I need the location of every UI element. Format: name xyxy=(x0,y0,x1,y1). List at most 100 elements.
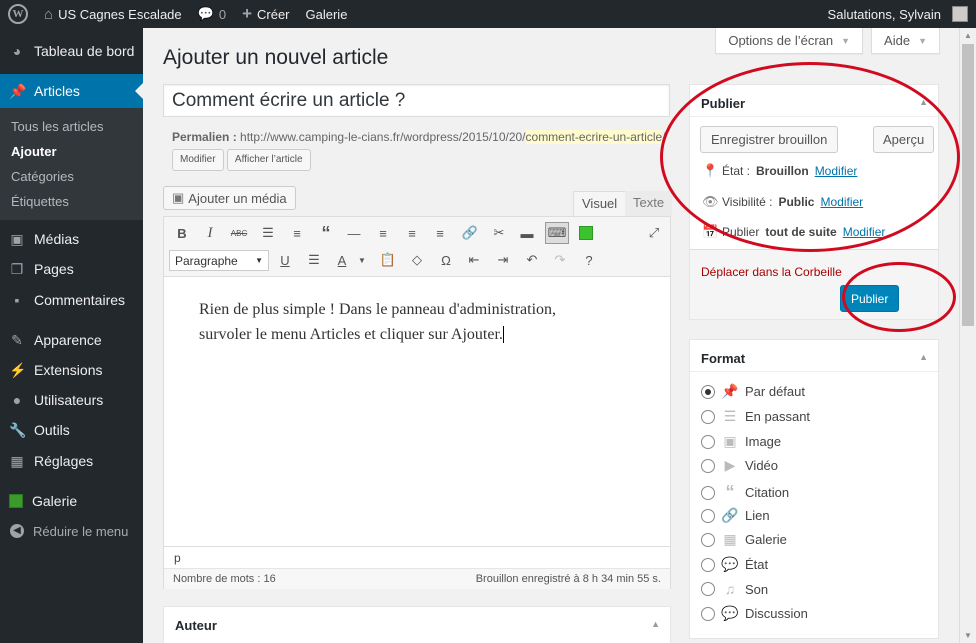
submenu-add-new[interactable]: Ajouter xyxy=(0,139,143,164)
menu-settings[interactable]: ▦ Réglages xyxy=(0,444,143,478)
blockquote-icon[interactable]: “ xyxy=(316,223,336,243)
menu-dashboard[interactable]: ◕ Tableau de bord xyxy=(0,34,143,68)
comments-link[interactable]: 💬 0 xyxy=(190,0,234,28)
wp-logo-menu[interactable]: W xyxy=(0,0,36,28)
publish-header[interactable]: Publier ▲ xyxy=(690,85,938,117)
radio-button[interactable] xyxy=(701,606,715,621)
page-scrollbar[interactable]: ▲ ▼ xyxy=(959,28,976,643)
editor-content-area[interactable]: Rien de plus simple ! Dans le panneau d'… xyxy=(164,277,670,367)
special-character-icon[interactable]: Ω xyxy=(436,250,456,270)
post-title-input[interactable]: Comment écrire un article ? xyxy=(163,84,670,117)
format-option-chat[interactable]: 💬 Discussion xyxy=(701,605,808,622)
strikethrough-icon[interactable]: ABC xyxy=(229,223,249,243)
clear-formatting-icon[interactable]: ◇ xyxy=(407,250,427,270)
unlink-icon[interactable]: ✂ xyxy=(489,223,509,243)
screen-options-button[interactable]: Options de l’écran ▼ xyxy=(715,28,864,54)
submenu-all-articles[interactable]: Tous les articles xyxy=(0,114,143,139)
save-draft-button[interactable]: Enregistrer brouillon xyxy=(700,126,839,153)
format-option-status[interactable]: 💬 État xyxy=(701,556,768,573)
menu-articles[interactable]: 📌 Articles xyxy=(0,74,143,108)
text-color-caret-icon[interactable]: ▼ xyxy=(352,250,372,270)
author-metabox-title[interactable]: Auteur xyxy=(164,607,670,643)
tab-text[interactable]: Texte xyxy=(625,191,673,217)
collapse-menu-button[interactable]: ◀ Réduire le menu xyxy=(0,514,143,548)
italic-icon[interactable]: I xyxy=(200,223,220,243)
radio-button[interactable] xyxy=(701,508,715,523)
collapse-toggle-icon[interactable]: ▲ xyxy=(919,352,928,362)
format-option-link[interactable]: 🔗 Lien xyxy=(701,507,770,524)
radio-button[interactable] xyxy=(701,582,715,596)
outdent-icon[interactable]: ⇤ xyxy=(464,250,484,270)
format-option-standard[interactable]: 📌 Par défaut xyxy=(701,383,805,400)
format-option-video[interactable]: ▶ Vidéo xyxy=(701,457,778,474)
redo-icon[interactable]: ↷ xyxy=(550,250,570,270)
add-media-button[interactable]: ▣ Ajouter un média xyxy=(163,186,296,210)
help-icon[interactable]: ? xyxy=(579,250,599,270)
numbered-list-icon[interactable]: ≡ xyxy=(287,223,307,243)
collapse-toggle-icon[interactable]: ▲ xyxy=(651,619,660,629)
format-option-audio[interactable]: ♫ Son xyxy=(701,581,768,597)
undo-icon[interactable]: ↶ xyxy=(522,250,542,270)
my-account-menu[interactable]: Salutations, Sylvain xyxy=(820,0,976,28)
bold-icon[interactable]: B xyxy=(172,223,192,243)
tab-visual[interactable]: Visuel xyxy=(573,191,627,217)
edit-status-link[interactable]: Modifier xyxy=(815,164,858,178)
edit-visibility-link[interactable]: Modifier xyxy=(820,195,863,209)
menu-extensions[interactable]: ⚡ Extensions xyxy=(0,353,143,387)
justify-icon[interactable]: ☰ xyxy=(304,250,324,270)
text-color-icon[interactable]: A xyxy=(332,250,352,270)
read-more-icon[interactable]: ▬ xyxy=(517,223,537,243)
permalink-slug-1[interactable]: comment-ecrire- xyxy=(525,130,613,144)
submenu-tags[interactable]: Étiquettes xyxy=(0,189,143,214)
view-post-button[interactable]: Afficher l’article xyxy=(226,148,311,171)
permalink-slug-2[interactable]: un-article xyxy=(612,130,663,144)
menu-pages[interactable]: ❐ Pages xyxy=(0,252,143,286)
gallery-plugin-icon[interactable] xyxy=(576,223,596,243)
format-option-gallery[interactable]: ▦ Galerie xyxy=(701,531,787,548)
radio-button[interactable] xyxy=(701,485,715,500)
menu-tools[interactable]: 🔧 Outils xyxy=(0,413,143,447)
menu-users[interactable]: ● Utilisateurs xyxy=(0,383,143,417)
trash-link[interactable]: Déplacer dans la Corbeille xyxy=(701,265,842,279)
paste-text-icon[interactable]: 📋 xyxy=(378,250,398,270)
menu-appearance[interactable]: ✎ Apparence xyxy=(0,323,143,357)
edit-permalink-button[interactable]: Modifier xyxy=(172,148,224,171)
scroll-up-icon[interactable]: ▲ xyxy=(960,28,976,43)
radio-button[interactable] xyxy=(701,434,715,449)
radio-button[interactable] xyxy=(701,384,715,399)
format-header[interactable]: Format ▲ xyxy=(690,340,938,372)
indent-icon[interactable]: ⇥ xyxy=(493,250,513,270)
align-center-icon[interactable]: ≡ xyxy=(402,223,422,243)
radio-button[interactable] xyxy=(701,532,715,547)
format-option-image[interactable]: ▣ Image xyxy=(701,433,781,450)
new-content-menu[interactable]: + Créer xyxy=(234,0,297,28)
help-button[interactable]: Aide ▼ xyxy=(871,28,940,54)
toolbar-toggle-icon[interactable]: ⌨ xyxy=(545,222,569,244)
radio-button[interactable] xyxy=(701,557,715,572)
scroll-down-icon[interactable]: ▼ xyxy=(960,628,976,643)
align-right-icon[interactable]: ≡ xyxy=(430,223,450,243)
format-option-aside[interactable]: ☰ En passant xyxy=(701,408,810,425)
link-icon[interactable]: 🔗 xyxy=(460,223,480,243)
menu-comments[interactable]: ▪ Commentaires xyxy=(0,283,143,317)
format-option-label: En passant xyxy=(745,409,811,424)
submenu-categories[interactable]: Catégories xyxy=(0,164,143,189)
align-left-icon[interactable]: ≡ xyxy=(373,223,393,243)
format-select[interactable]: Paragraphe ▼ xyxy=(169,250,269,271)
underline-icon[interactable]: U xyxy=(275,250,295,270)
collapse-toggle-icon[interactable]: ▲ xyxy=(919,97,928,107)
menu-gallery[interactable]: Galerie xyxy=(0,484,143,518)
scrollbar-thumb[interactable] xyxy=(962,44,974,326)
radio-button[interactable] xyxy=(701,409,715,424)
publish-button[interactable]: Publier xyxy=(840,285,900,312)
radio-button[interactable] xyxy=(701,458,715,473)
gallery-link[interactable]: Galerie xyxy=(298,0,356,28)
edit-schedule-link[interactable]: Modifier xyxy=(843,225,886,239)
horizontal-line-icon[interactable]: — xyxy=(344,223,364,243)
fullscreen-icon[interactable]: ⤢ xyxy=(644,223,664,243)
site-name-link[interactable]: ⌂ US Cagnes Escalade xyxy=(36,0,190,28)
menu-media[interactable]: ▣ Médias xyxy=(0,222,143,256)
bullet-list-icon[interactable]: ☰ xyxy=(258,223,278,243)
preview-button[interactable]: Aperçu xyxy=(873,126,935,153)
format-option-quote[interactable]: “ Citation xyxy=(701,482,789,503)
